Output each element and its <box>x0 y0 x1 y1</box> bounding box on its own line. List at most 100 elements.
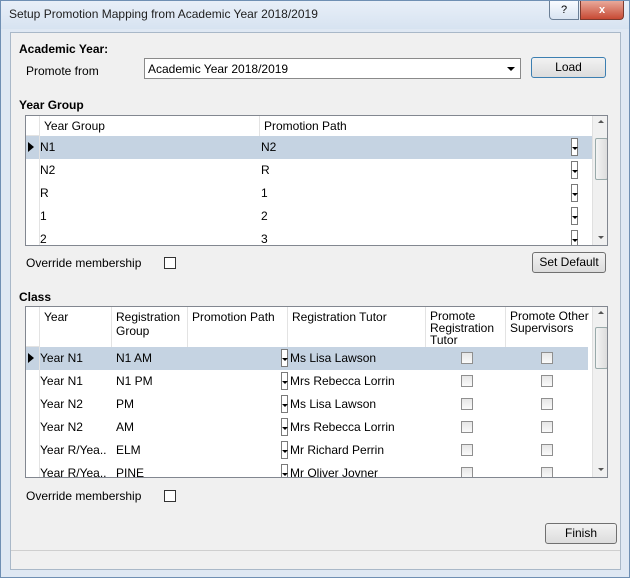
promotion-path-dropdown-icon[interactable] <box>281 372 288 390</box>
table-row[interactable]: R1 <box>26 182 592 205</box>
registration-group-cell[interactable]: N1 AM <box>116 351 152 365</box>
registration-tutor-cell[interactable]: Mr Richard Perrin <box>290 443 384 457</box>
window-title: Setup Promotion Mapping from Academic Ye… <box>9 7 318 21</box>
table-row[interactable]: Year N2 PM Ms Lisa Lawson <box>26 393 588 416</box>
row-header[interactable] <box>26 182 40 205</box>
column-header-year-group[interactable]: Year Group <box>40 116 260 136</box>
table-row[interactable]: N1 N2 <box>26 136 592 159</box>
registration-group-cell[interactable]: AM <box>116 420 134 434</box>
year-cell[interactable]: Year R/Yea.. <box>40 443 107 457</box>
year-group-cell[interactable]: 2 <box>40 232 47 245</box>
registration-group-cell[interactable]: PINE <box>116 466 144 477</box>
scroll-thumb[interactable] <box>595 327 607 369</box>
year-group-override-checkbox[interactable] <box>164 257 176 269</box>
year-cell[interactable]: Year N2 <box>40 397 83 411</box>
year-cell[interactable]: Year N1 <box>40 351 83 365</box>
column-header-promotion-path[interactable]: Promotion Path <box>260 116 590 136</box>
registration-group-cell[interactable]: PM <box>116 397 134 411</box>
year-cell[interactable]: Year N2 <box>40 420 83 434</box>
close-button[interactable]: x <box>580 1 624 20</box>
promotion-path-dropdown-icon[interactable] <box>571 230 578 245</box>
scroll-up-icon[interactable] <box>598 120 604 123</box>
column-header-promotion-path[interactable]: Promotion Path <box>188 307 288 347</box>
column-header-year[interactable]: Year <box>40 307 112 347</box>
column-header-promote-registration-tutor[interactable]: Promote Registration Tutor <box>426 307 506 347</box>
row-header[interactable] <box>26 159 40 182</box>
promotion-path-dropdown-icon[interactable] <box>571 207 578 225</box>
row-header[interactable] <box>26 439 40 462</box>
column-header-promote-other-supervisors[interactable]: Promote Other Supervisors <box>506 307 590 347</box>
year-group-cell[interactable]: R <box>40 186 49 200</box>
row-header[interactable] <box>26 228 40 245</box>
registration-tutor-cell[interactable]: Ms Lisa Lawson <box>290 351 376 365</box>
registration-tutor-cell[interactable]: Mrs Rebecca Lorrin <box>290 420 395 434</box>
promote-other-supervisors-checkbox[interactable] <box>541 352 553 364</box>
table-row[interactable]: 23 <box>26 228 592 245</box>
registration-tutor-cell[interactable]: Mr Oliver Joyner <box>290 466 378 477</box>
year-cell[interactable]: Year N1 <box>40 374 83 388</box>
scroll-up-icon[interactable] <box>598 311 604 314</box>
promotion-path-dropdown-icon[interactable] <box>281 349 288 367</box>
table-row[interactable]: Year N1 N1 AM Ms Lisa Lawson <box>26 347 588 370</box>
registration-group-cell[interactable]: ELM <box>116 443 141 457</box>
promotion-path-dropdown-icon[interactable] <box>281 395 288 413</box>
promote-registration-tutor-checkbox[interactable] <box>461 375 473 387</box>
promote-other-supervisors-checkbox[interactable] <box>541 398 553 410</box>
year-group-cell[interactable]: 1 <box>40 209 47 223</box>
class-scrollbar[interactable] <box>592 307 607 477</box>
scroll-down-icon[interactable] <box>598 236 604 239</box>
registration-tutor-cell[interactable]: Mrs Rebecca Lorrin <box>290 374 395 388</box>
promote-registration-tutor-checkbox[interactable] <box>461 421 473 433</box>
promote-other-supervisors-checkbox[interactable] <box>541 375 553 387</box>
set-default-button[interactable]: Set Default <box>532 252 606 273</box>
column-header-registration-group[interactable]: Registration Group <box>112 307 188 347</box>
load-button[interactable]: Load <box>531 57 606 78</box>
table-row[interactable]: Year N2 AM Mrs Rebecca Lorrin <box>26 416 588 439</box>
promote-other-supervisors-checkbox[interactable] <box>541 421 553 433</box>
promotion-path-dropdown-icon[interactable] <box>571 138 578 156</box>
promote-registration-tutor-checkbox[interactable] <box>461 352 473 364</box>
row-header[interactable] <box>26 136 40 159</box>
promote-other-supervisors-checkbox[interactable] <box>541 444 553 456</box>
class-override-checkbox[interactable] <box>164 490 176 502</box>
year-group-cell[interactable]: N2 <box>40 163 55 177</box>
table-row[interactable]: Year R/Yea.. PINE Mr Oliver Joyner <box>26 462 588 477</box>
row-header[interactable] <box>26 416 40 439</box>
academic-year-select[interactable]: Academic Year 2018/2019 <box>144 58 521 79</box>
promotion-path-dropdown-icon[interactable] <box>571 161 578 179</box>
row-header[interactable] <box>26 205 40 228</box>
title-bar[interactable]: Setup Promotion Mapping from Academic Ye… <box>1 1 629 29</box>
promotion-path-dropdown-icon[interactable] <box>281 441 288 459</box>
table-row[interactable]: N2 R <box>26 159 592 182</box>
promotion-path-dropdown-icon[interactable] <box>281 464 288 477</box>
finish-button[interactable]: Finish <box>545 523 617 544</box>
promote-registration-tutor-checkbox[interactable] <box>461 444 473 456</box>
row-header[interactable] <box>26 370 40 393</box>
year-group-scrollbar[interactable] <box>592 116 607 245</box>
promotion-path-dropdown-icon[interactable] <box>281 418 288 436</box>
registration-tutor-cell[interactable]: Ms Lisa Lawson <box>290 397 376 411</box>
promotion-path-dropdown-icon[interactable] <box>571 184 578 202</box>
promote-registration-tutor-checkbox[interactable] <box>461 467 473 477</box>
year-cell[interactable]: Year R/Yea.. <box>40 466 107 477</box>
column-header-registration-tutor[interactable]: Registration Tutor <box>288 307 426 347</box>
table-row[interactable]: Year R/Yea.. ELM Mr Richard Perrin <box>26 439 588 462</box>
row-header[interactable] <box>26 462 40 477</box>
year-group-cell[interactable]: N1 <box>40 140 55 154</box>
promotion-path-cell[interactable]: 1 <box>261 186 268 200</box>
promotion-path-cell[interactable]: 2 <box>261 209 268 223</box>
scroll-down-icon[interactable] <box>598 468 604 471</box>
table-row[interactable]: Year N1 N1 PM Mrs Rebecca Lorrin <box>26 370 588 393</box>
promotion-path-cell[interactable]: 3 <box>261 232 268 245</box>
promotion-path-cell[interactable]: R <box>261 163 270 177</box>
academic-year-select-value: Academic Year 2018/2019 <box>148 62 289 76</box>
promote-registration-tutor-checkbox[interactable] <box>461 398 473 410</box>
row-header[interactable] <box>26 393 40 416</box>
help-button[interactable]: ? <box>549 1 579 20</box>
scroll-thumb[interactable] <box>595 138 607 180</box>
promotion-path-cell[interactable]: N2 <box>261 140 276 154</box>
row-header[interactable] <box>26 347 40 370</box>
promote-other-supervisors-checkbox[interactable] <box>541 467 553 477</box>
registration-group-cell[interactable]: N1 PM <box>116 374 153 388</box>
table-row[interactable]: 12 <box>26 205 592 228</box>
